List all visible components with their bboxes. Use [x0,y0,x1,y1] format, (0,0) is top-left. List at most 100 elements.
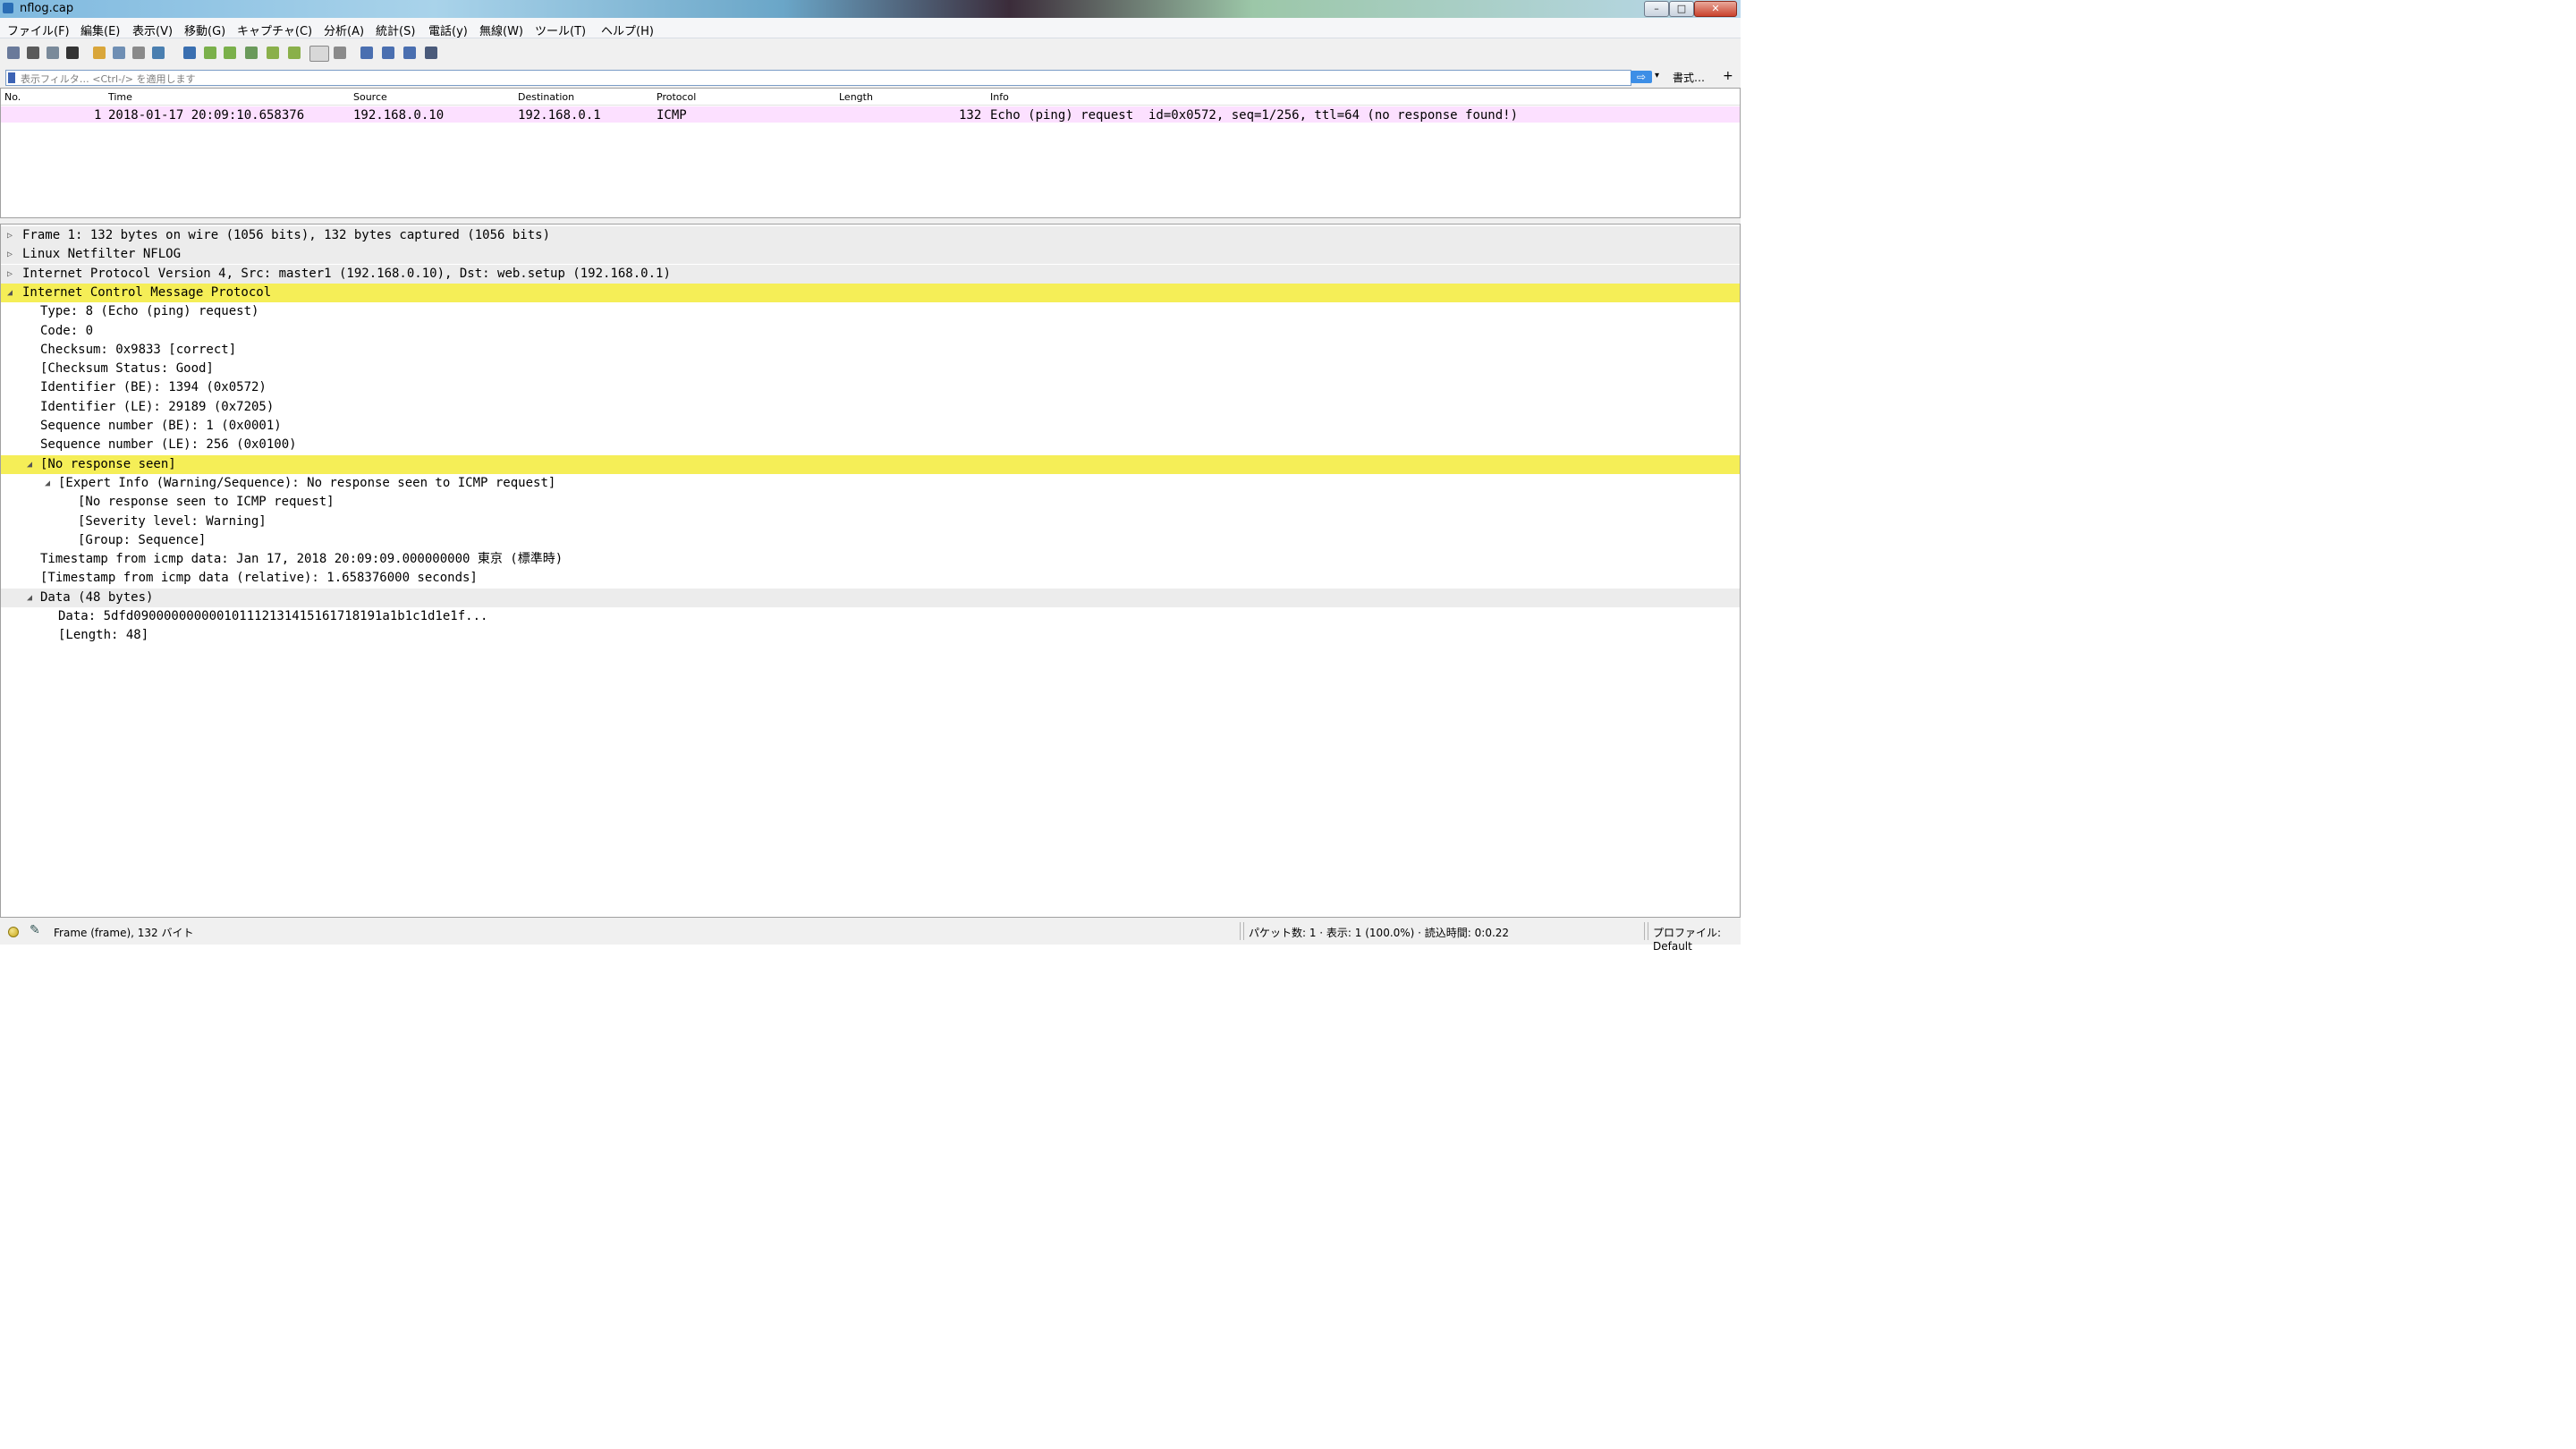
menu-item-3[interactable]: 移動(G) [184,21,225,38]
capture-options-icon[interactable] [66,47,79,59]
tree-item[interactable]: Identifier (BE): 1394 (0x0572) [1,378,1740,397]
column-info[interactable]: Info [990,91,1009,103]
tree-item[interactable]: Type: 8 (Echo (ping) request) [1,302,1740,321]
column-length[interactable]: Length [839,91,873,103]
tree-item[interactable]: Code: 0 [1,322,1740,341]
tree-item[interactable]: ▷ Internet Protocol Version 4, Src: maste… [1,264,1740,284]
collapse-arrow-icon[interactable]: ◢ [42,474,53,493]
status-divider [1644,922,1645,940]
tree-item[interactable]: [Checksum Status: Good] [1,360,1740,378]
packet-details-pane[interactable]: ▷ Frame 1: 132 bytes on wire (1056 bits),… [0,224,1741,918]
packet-list-pane[interactable]: No. Time Source Destination Protocol Len… [0,88,1741,218]
close-button[interactable]: ✕ [1694,1,1737,17]
tree-item-label: Code: 0 [40,323,94,338]
tree-item[interactable]: ◢ [Expert Info (Warning/Sequence): No res… [1,474,1740,493]
zoom-in-icon[interactable] [360,47,373,59]
column-protocol[interactable]: Protocol [657,91,696,103]
status-profile[interactable]: プロファイル: Default [1653,925,1741,953]
collapse-arrow-icon[interactable]: ◢ [24,455,35,474]
menu-item-5[interactable]: 分析(A) [324,21,364,38]
menu-item-6[interactable]: 統計(S) [376,21,415,38]
tree-item[interactable]: Checksum: 0x9833 [correct] [1,341,1740,360]
go-last-icon[interactable] [288,47,301,59]
tree-item-label: Linux Netfilter NFLOG [22,247,182,262]
tree-item-label: [Timestamp from icmp data (relative): 1.… [40,571,478,586]
tree-item[interactable]: Identifier (LE): 29189 (0x7205) [1,398,1740,417]
apply-filter-button[interactable]: ⇨ [1631,71,1652,83]
menu-item-2[interactable]: 表示(V) [132,21,173,38]
menu-item-10[interactable]: ヘルプ(H) [601,21,654,38]
minimize-button[interactable]: – [1644,1,1669,17]
tree-item[interactable]: Sequence number (BE): 1 (0x0001) [1,417,1740,436]
collapse-arrow-icon[interactable]: ◢ [24,589,35,607]
colorize-icon[interactable] [334,47,346,59]
zoom-out-icon[interactable] [382,47,394,59]
tree-item[interactable]: ◢ Data (48 bytes) [1,588,1740,607]
tree-item[interactable]: Data: 5dfd090000000000101112131415161718… [1,607,1740,626]
expert-info-icon[interactable] [8,927,19,937]
tree-item[interactable]: [Timestamp from icmp data (relative): 1.… [1,569,1740,588]
tree-item[interactable]: [Length: 48] [1,626,1740,645]
auto-scroll-icon[interactable] [309,46,329,62]
stop-capture-icon[interactable] [27,47,39,59]
tree-item[interactable]: ▷ Frame 1: 132 bytes on wire (1056 bits),… [1,226,1740,245]
go-first-icon[interactable] [267,47,279,59]
column-destination[interactable]: Destination [518,91,574,103]
status-divider [1243,922,1244,940]
tree-item[interactable]: ▷ Linux Netfilter NFLOG [1,245,1740,265]
tree-item-label: Timestamp from icmp data: Jan 17, 2018 2… [40,552,564,567]
restart-capture-icon[interactable] [47,47,59,59]
status-packet-count: パケット数: 1 · 表示: 1 (100.0%) · 読込時間: 0:0.22 [1249,927,1510,939]
save-file-icon[interactable] [113,47,125,59]
go-back-icon[interactable] [204,47,216,59]
tree-item[interactable]: [Severity level: Warning] [1,513,1740,531]
tree-item[interactable]: Timestamp from icmp data: Jan 17, 2018 2… [1,550,1740,569]
expand-arrow-icon[interactable]: ▷ [4,245,15,264]
filter-bookmark-icon[interactable] [8,72,15,83]
maximize-button[interactable]: □ [1669,1,1694,17]
menu-item-0[interactable]: ファイル(F) [7,21,70,38]
tree-item-label: Data: 5dfd090000000000101112131415161718… [58,609,488,623]
cell-destination: 192.168.0.1 [518,108,601,123]
filter-expression-button[interactable]: 書式… [1673,70,1705,85]
menu-item-8[interactable]: 無線(W) [479,21,523,38]
menu-item-7[interactable]: 電話(y) [428,21,468,38]
find-packet-icon[interactable] [183,47,196,59]
capture-comment-icon[interactable]: ✎ [30,923,40,937]
packet-row[interactable]: 1 2018-01-17 20:09:10.658376 192.168.0.1… [1,106,1740,123]
display-filter-input[interactable]: 表示フィルタ… <Ctrl-/> を適用します [5,70,1631,86]
cell-info: Echo (ping) request id=0x0572, seq=1/256… [990,108,1519,123]
close-file-icon[interactable] [132,47,145,59]
column-source[interactable]: Source [353,91,387,103]
tree-item-label: Internet Protocol Version 4, Src: master… [22,266,671,281]
start-capture-icon[interactable] [7,47,20,59]
open-file-icon[interactable] [93,47,106,59]
zoom-normal-icon[interactable] [403,47,416,59]
menu-item-4[interactable]: キャプチャ(C) [237,21,312,38]
add-filter-button[interactable]: + [1723,69,1733,83]
cell-time: 2018-01-17 20:09:10.658376 [108,108,305,123]
menu-item-9[interactable]: ツール(T) [535,21,586,38]
tree-item[interactable]: ◢ Internet Control Message Protocol [1,283,1740,302]
column-no[interactable]: No. [4,91,21,103]
tree-item[interactable]: ◢ [No response seen] [1,454,1740,474]
packet-list-header: No. Time Source Destination Protocol Len… [1,89,1740,106]
status-divider [1240,922,1241,940]
expand-arrow-icon[interactable]: ▷ [4,265,15,284]
expand-arrow-icon[interactable]: ▷ [4,226,15,245]
menu-item-1[interactable]: 編集(E) [80,21,120,38]
collapse-arrow-icon[interactable]: ◢ [4,284,15,302]
tree-item-label: Checksum: 0x9833 [correct] [40,342,237,357]
main-toolbar [0,38,1741,69]
filter-history-dropdown[interactable]: ▾ [1655,71,1659,80]
tree-item[interactable]: [Group: Sequence] [1,531,1740,550]
tree-item[interactable]: Sequence number (LE): 256 (0x0100) [1,436,1740,454]
tree-item-label: Internet Control Message Protocol [22,284,272,300]
title-bar: nflog.cap – □ ✕ [0,0,1741,18]
reload-file-icon[interactable] [152,47,165,59]
tree-item[interactable]: [No response seen to ICMP request] [1,493,1740,512]
go-to-packet-icon[interactable] [245,47,258,59]
go-forward-icon[interactable] [224,47,236,59]
column-time[interactable]: Time [108,91,132,103]
resize-columns-icon[interactable] [425,47,437,59]
